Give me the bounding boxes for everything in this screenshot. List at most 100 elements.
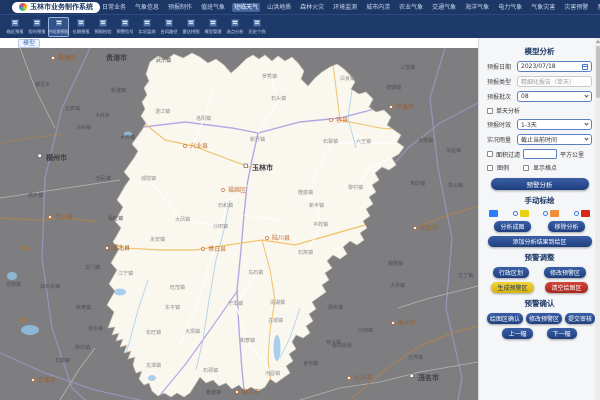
menu-item[interactable]: 环境监测 — [331, 3, 359, 12]
map-label: 三堡镇 — [400, 64, 415, 71]
color-option — [489, 210, 498, 217]
warning-adjust-row: 生成预警区 清空绘图区 — [487, 282, 592, 293]
menu-item[interactable]: 森林火灾 — [298, 3, 326, 12]
color-option — [513, 210, 529, 217]
warning-confirm-button[interactable]: 修改预警区 — [526, 313, 562, 324]
warning-confirm-button[interactable]: 绘图区确认 — [487, 313, 523, 324]
menu-item[interactable]: 灾害预警 — [562, 3, 590, 12]
page-nav-button[interactable]: 上一幅 — [502, 328, 532, 339]
tab-1[interactable]: 临近预报 — [4, 17, 25, 37]
tab-7[interactable]: 实况监测 — [136, 17, 157, 37]
tab-12[interactable]: 历史个例 — [246, 17, 267, 37]
forecast-date-input[interactable]: 2023/07/18 — [517, 61, 592, 72]
map-label: 白良镇 — [340, 75, 355, 82]
tab-6[interactable]: 预警信号 — [114, 17, 135, 37]
menu-item[interactable]: 电力气象 — [496, 3, 524, 12]
legend-checkbox[interactable] — [487, 165, 493, 171]
map-label: 沙田镇 — [213, 223, 228, 230]
tab-5[interactable]: 预报检验 — [92, 17, 113, 37]
warning-confirm-button[interactable]: 提交审核 — [565, 313, 595, 324]
tab-3[interactable]: 中短期预报 — [48, 17, 69, 37]
grid-checkbox[interactable] — [523, 165, 529, 171]
map-column: 模型 — [0, 38, 478, 400]
warning-adjust-button[interactable]: 修改预警区 — [544, 267, 586, 278]
map-label: 石颈镇 — [203, 367, 218, 374]
map-label: 马岭镇 — [76, 124, 91, 131]
color-chip[interactable] — [520, 210, 529, 217]
color-chip[interactable] — [489, 210, 498, 217]
area-filter-input[interactable] — [523, 149, 557, 159]
menu-item[interactable]: 预报制作 — [166, 3, 194, 12]
forecast-tab-icon — [33, 19, 41, 27]
menu-item[interactable]: 短临天气 — [232, 3, 260, 12]
app-window: 玉林市业务制作系统 日常业务气象信息预报制作值班气象短临天气山洪地质森林火灾环境… — [0, 0, 600, 400]
manual-color-row — [487, 210, 592, 217]
panel-title: 模型分析 — [487, 46, 592, 57]
manual-button-row: 分析成图 移除分析 — [487, 221, 592, 232]
menu-item[interactable]: 山洪地质 — [265, 3, 293, 12]
map-label: 石康镇 — [55, 357, 70, 364]
color-radio[interactable] — [543, 211, 548, 216]
forecast-date-label: 预报日期 — [487, 62, 514, 71]
tab-8[interactable]: 台风路径 — [158, 17, 179, 37]
map-label: 廉江市 — [242, 388, 260, 396]
menu-item[interactable]: 气象灾害 — [529, 3, 557, 12]
menu-item[interactable]: 系统管理 — [595, 3, 600, 12]
map-label: 大凤镇 — [175, 216, 190, 223]
county-marker — [184, 145, 187, 148]
app-logo[interactable]: 玉林市业务制作系统 — [12, 2, 100, 13]
menu-item[interactable]: 农业气象 — [397, 3, 425, 12]
tab-2[interactable]: 短时预报 — [26, 17, 47, 37]
map-label: 大岭乡 — [95, 112, 110, 119]
tab-10[interactable]: 模型管理 — [202, 17, 223, 37]
warning-analysis-button[interactable]: 预警分析 — [491, 178, 589, 190]
rainfall-select[interactable]: 截止当前时间 — [517, 134, 592, 145]
menu-item[interactable]: 值班气象 — [199, 3, 227, 12]
panel-scrollbar[interactable] — [595, 38, 600, 400]
forecast-tab-icon — [77, 19, 85, 27]
scrollbar-thumb[interactable] — [596, 46, 600, 98]
menu-item[interactable]: 交通气象 — [430, 3, 458, 12]
menu-item[interactable]: 气象信息 — [133, 3, 161, 12]
map-label: 石寨镇 — [323, 138, 338, 145]
menu-item[interactable]: 海洋气象 — [463, 3, 491, 12]
forecast-batch-select[interactable]: 08 — [517, 91, 592, 102]
page-nav-button[interactable]: 下一幅 — [547, 328, 577, 339]
manual-plot-button[interactable]: 移除分析 — [548, 221, 584, 232]
color-chip[interactable] — [550, 210, 559, 217]
content-row: 模型 — [0, 38, 600, 400]
validity-select[interactable]: 1-3天 — [517, 119, 592, 130]
model-breadcrumb-button[interactable]: 模型 — [18, 39, 40, 48]
map-label: 大垌镇 — [185, 328, 200, 335]
app-title: 玉林市业务制作系统 — [30, 2, 93, 12]
warning-adjust-button[interactable]: 清空绘图区 — [545, 282, 587, 293]
forecast-tab-icon — [55, 19, 63, 27]
tab-9[interactable]: 雷达拼图 — [180, 17, 201, 37]
area-filter-checkbox[interactable] — [487, 151, 493, 157]
tab-label: 台风路径 — [160, 28, 177, 34]
forecast-tab-icon — [99, 19, 107, 27]
city-marker — [244, 164, 248, 168]
map-label: 伯劳镇 — [6, 281, 21, 288]
warning-adjust-button[interactable]: 行政区划 — [493, 267, 529, 278]
color-chip[interactable] — [581, 210, 590, 217]
single-day-checkbox[interactable] — [487, 108, 493, 114]
map-label: 贵港市 — [106, 53, 127, 62]
menu-item[interactable]: 日常业务 — [100, 3, 128, 12]
chevron-down-icon — [584, 93, 588, 97]
county-marker — [106, 247, 109, 250]
manual-plot-button[interactable]: 分析成图 — [494, 221, 530, 232]
map-label: 新丰镇 — [309, 202, 324, 209]
color-radio[interactable] — [513, 211, 518, 216]
menu-item[interactable]: 城市内涝 — [364, 3, 392, 12]
tab-11[interactable]: 选点分析 — [224, 17, 245, 37]
map-canvas[interactable]: 玉林市贵港市茂名市横州市兴业县容县福绵区陆川县博白县覃塘区灵山县浦北县合浦县岑溪… — [0, 48, 478, 400]
warning-adjust-button[interactable]: 生成预警区 — [491, 282, 533, 293]
map-label: 石和镇 — [218, 202, 233, 209]
map-label: 玉林市 — [252, 163, 273, 172]
color-radio[interactable] — [574, 211, 579, 216]
tab-4[interactable]: 长期预报 — [70, 17, 91, 37]
scroll-up-arrow[interactable] — [596, 40, 600, 43]
map-label: 泉水镇 — [88, 325, 103, 332]
add-analysis-to-draw-button[interactable]: 添加分析结果到绘区 — [488, 236, 592, 247]
